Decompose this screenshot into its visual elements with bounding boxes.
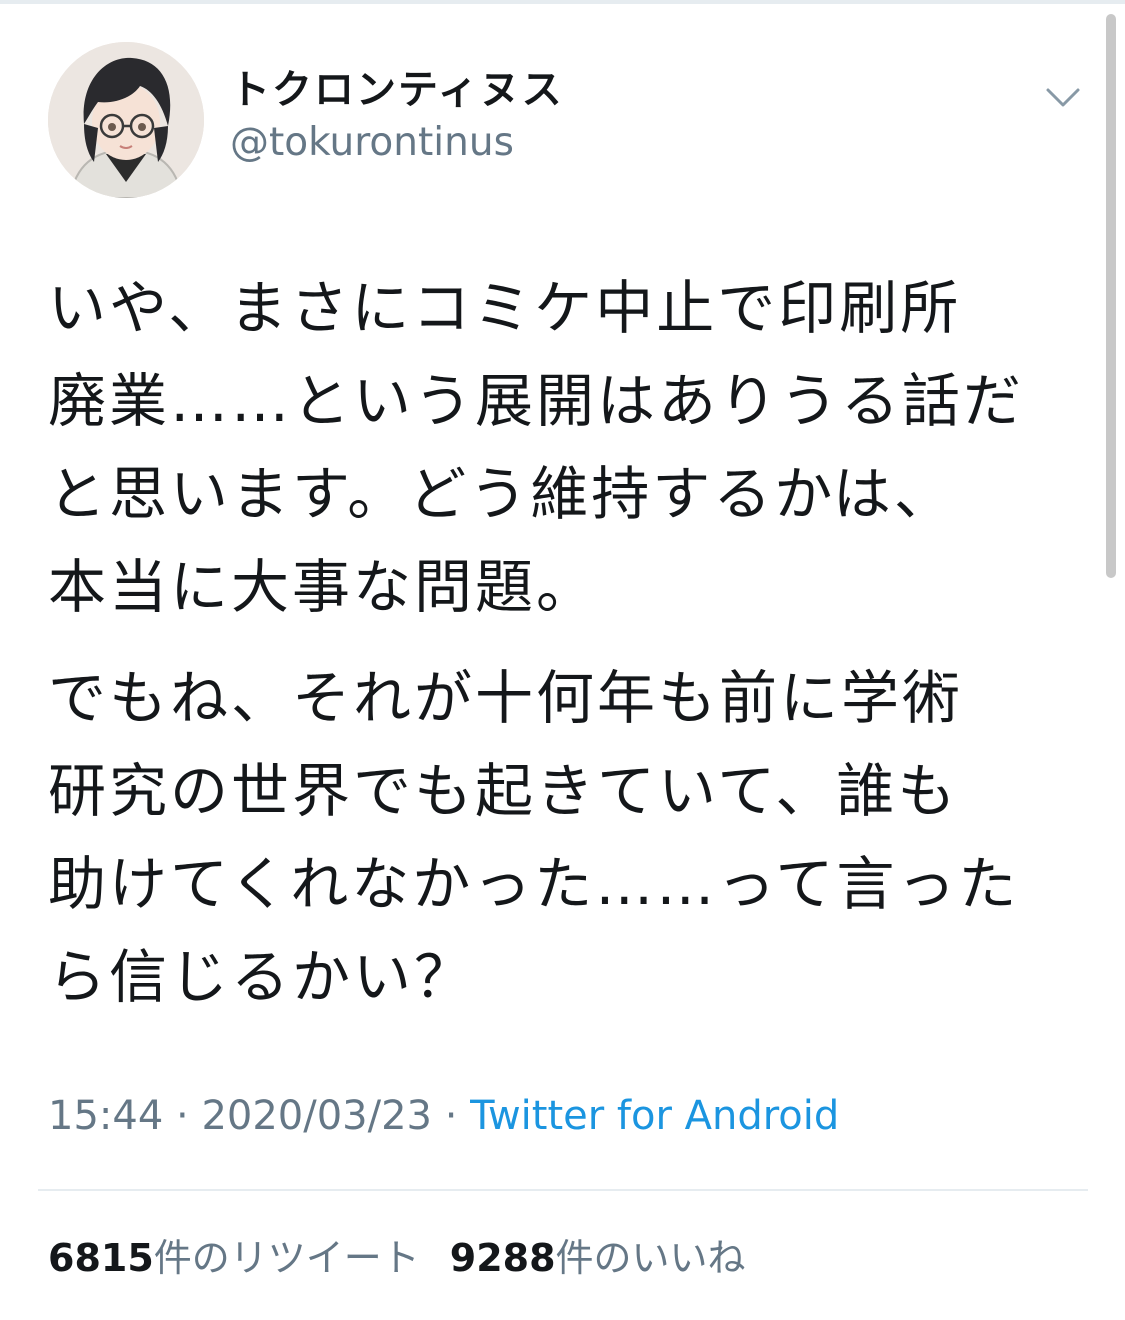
tweet-stats: 6815件のリツイート 9288件のいいね <box>48 1232 746 1284</box>
like-count: 9288 <box>449 1236 556 1280</box>
tweet-paragraph: いや、まさにコミケ中止で印刷所 廃業……という展開はありうる話だ と思います。ど… <box>48 274 1025 621</box>
tweet-time[interactable]: 15:44 <box>48 1093 163 1139</box>
retweet-count: 6815 <box>48 1236 154 1280</box>
like-stat[interactable]: 9288件のいいね <box>450 1236 746 1280</box>
meta-separator: · <box>176 1093 189 1139</box>
author-handle[interactable]: @tokurontinus <box>230 119 514 167</box>
author-display-name[interactable]: トクロンティヌス <box>230 66 564 114</box>
retweet-label: 件のリツイート <box>153 1236 420 1280</box>
like-label: 件のいいね <box>555 1236 746 1280</box>
tweet-detail: トクロンティヌス @tokurontinus いや、まさにコミケ中止で印刷所 廃… <box>0 0 1125 1320</box>
retweet-stat[interactable]: 6815件のリツイート <box>48 1236 420 1280</box>
meta-separator: · <box>444 1093 458 1139</box>
tweet-menu-button[interactable] <box>1040 78 1086 118</box>
tweet-paragraph: でもね、それが十何年も前に学術 研究の世界でも起きていて、誰も 助けてくれなかっ… <box>48 664 1020 1011</box>
stats-divider <box>38 1189 1088 1191</box>
chevron-down-icon <box>1046 88 1080 107</box>
avatar-illustration-icon <box>48 42 204 198</box>
tweet-text: いや、まさにコミケ中止で印刷所 廃業……という展開はありうる話だ と思います。ど… <box>48 262 1088 1024</box>
tweet-source-link[interactable]: Twitter for Android <box>470 1093 839 1139</box>
tweet-meta: 15:44 · 2020/03/23 · Twitter for Android <box>48 1090 839 1142</box>
tweet-date[interactable]: 2020/03/23 <box>201 1093 432 1139</box>
avatar[interactable] <box>48 42 204 198</box>
